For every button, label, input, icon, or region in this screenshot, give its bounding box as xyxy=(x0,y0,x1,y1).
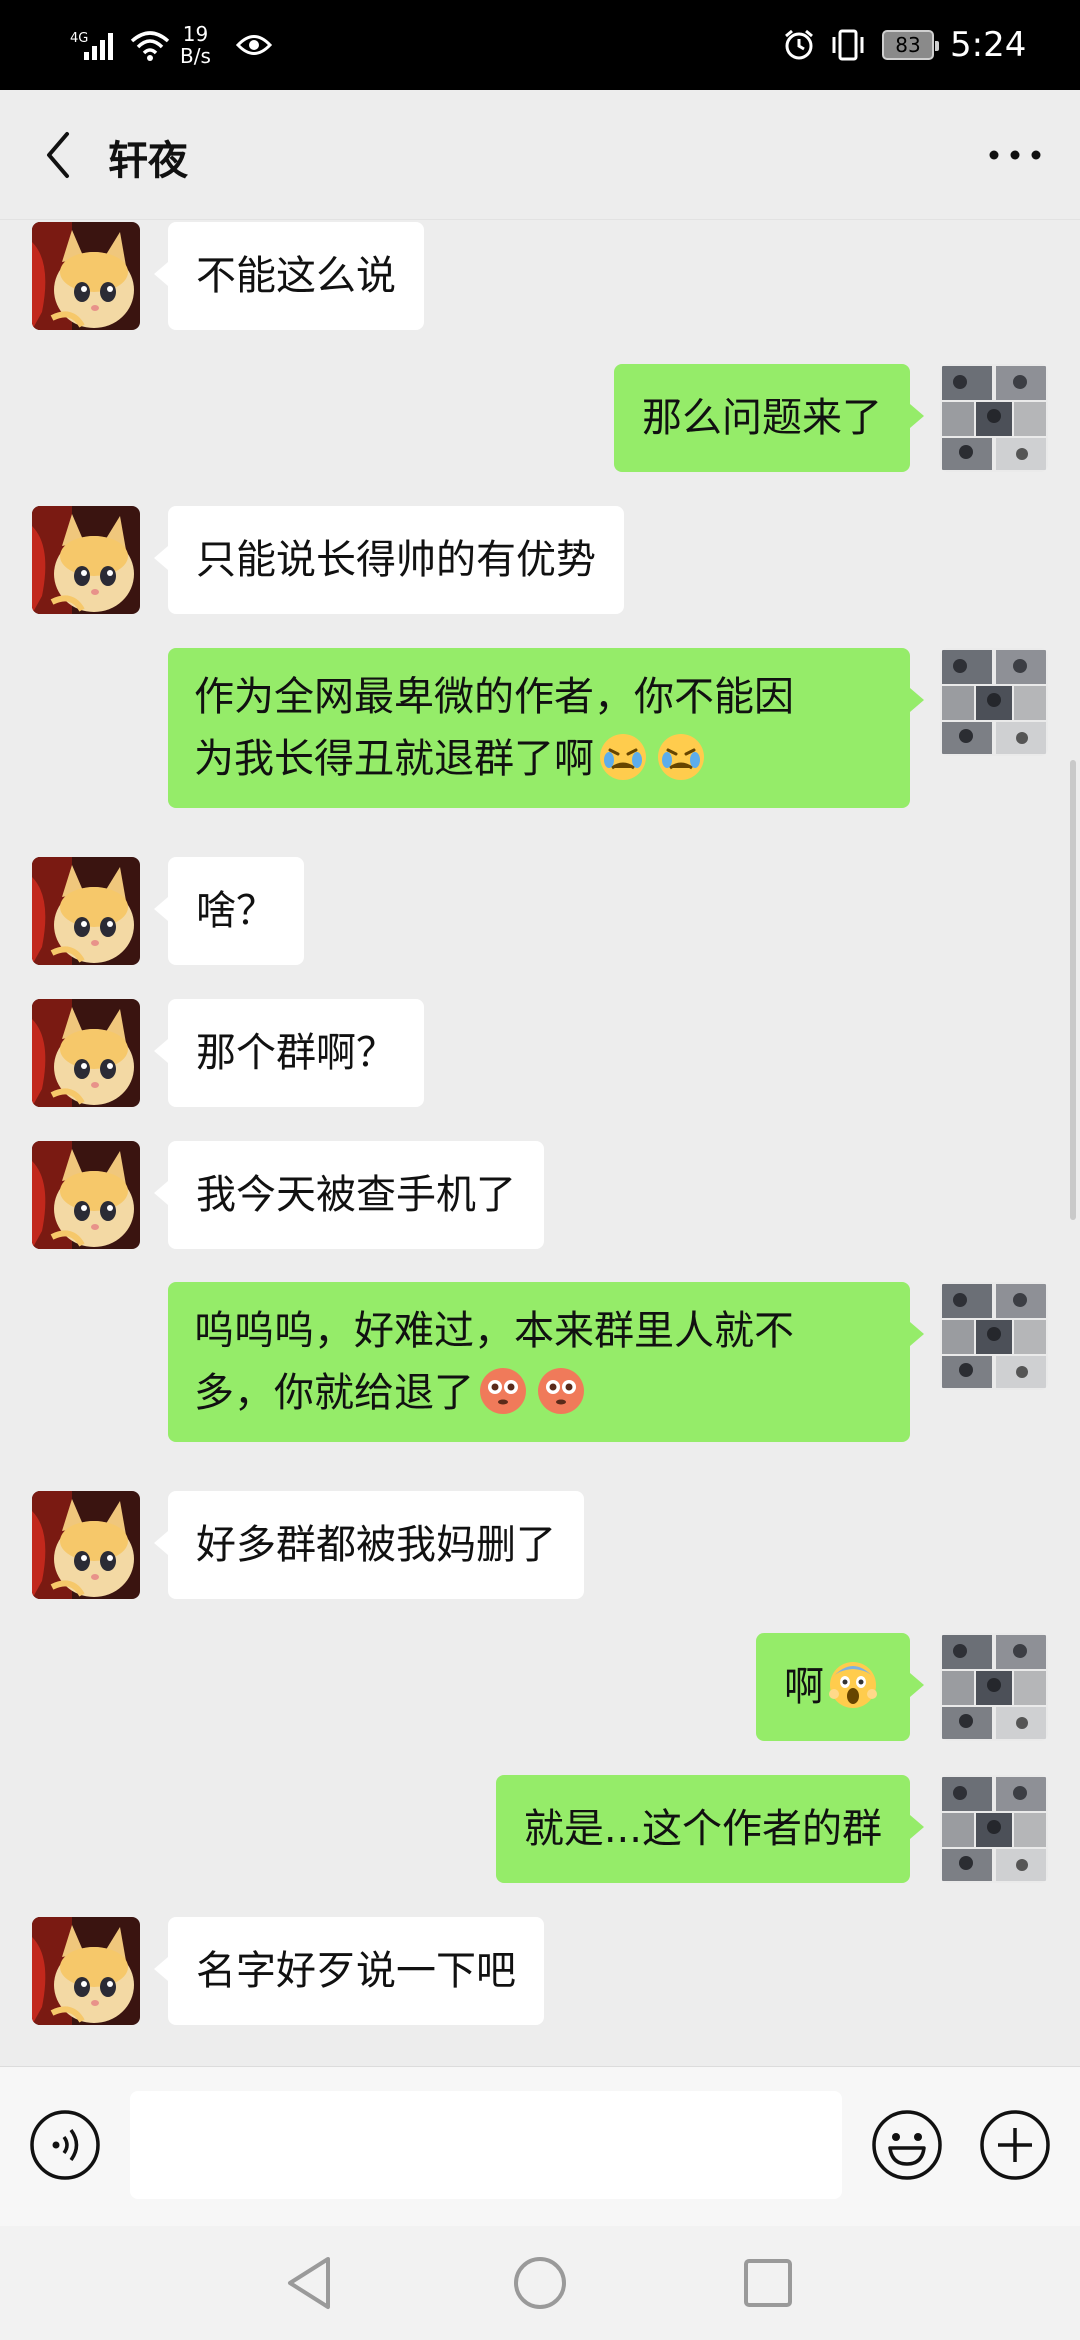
message-text: 为我长得丑就退群了啊 xyxy=(194,736,594,782)
contact-avatar[interactable] xyxy=(32,1917,140,2025)
message-text: 啊 xyxy=(784,1664,824,1710)
received-message-bubble[interactable]: 名字好歹说一下吧 xyxy=(154,1917,544,2025)
received-message-bubble[interactable]: 只能说长得帅的有优势 xyxy=(154,506,624,614)
battery-indicator: 83 xyxy=(882,0,939,90)
back-button[interactable] xyxy=(28,123,88,187)
received-message-bubble[interactable]: 好多群都被我妈删了 xyxy=(154,1491,584,1599)
network-speed-value: 19 xyxy=(182,22,209,46)
sent-message-bubble[interactable]: 作为全网最卑微的作者，你不能因 为我长得丑就退群了啊 xyxy=(168,648,924,808)
message-input-bar xyxy=(0,2066,1080,2226)
network-speed-unit: B/s xyxy=(180,44,211,68)
wifi-icon xyxy=(130,0,170,90)
more-options-button[interactable] xyxy=(980,128,1050,182)
battery-level: 83 xyxy=(882,30,939,60)
my-avatar[interactable] xyxy=(940,1282,1048,1390)
sent-message-bubble[interactable]: 就是...这个作者的群 xyxy=(495,1775,925,1883)
plus-icon xyxy=(980,2110,1050,2180)
chat-scrollbar[interactable] xyxy=(1070,760,1076,1220)
contact-avatar[interactable] xyxy=(32,506,140,614)
nav-back-button[interactable] xyxy=(274,2250,344,2316)
screaming-face-emoji-icon xyxy=(828,1660,878,1710)
chat-title: 轩夜 xyxy=(108,138,188,184)
message-line: 呜呜呜，好难过，本来群里人就不 xyxy=(194,1308,794,1354)
my-avatar[interactable] xyxy=(940,1775,1048,1883)
contact-avatar[interactable] xyxy=(32,857,140,965)
status-bar: 4G 19 B/s 83 5:24 xyxy=(0,0,1080,90)
voice-icon xyxy=(30,2110,100,2180)
emoji-button[interactable] xyxy=(870,2108,944,2182)
back-arrow-icon xyxy=(47,132,69,178)
contact-avatar[interactable] xyxy=(32,1491,140,1599)
message-line: 为我长得丑就退群了啊 xyxy=(194,728,884,790)
clock-time: 5:24 xyxy=(950,25,1027,65)
nav-back-icon xyxy=(288,2257,330,2309)
message-line: 作为全网最卑微的作者，你不能因 xyxy=(194,674,794,720)
received-message-bubble[interactable]: 我今天被查手机了 xyxy=(154,1141,544,1249)
voice-button[interactable] xyxy=(28,2108,102,2182)
nav-home-icon xyxy=(514,2257,566,2309)
my-avatar[interactable] xyxy=(940,648,1048,756)
sent-message-bubble[interactable]: 那么问题来了 xyxy=(614,364,924,472)
flushed-face-emoji-icon xyxy=(536,1366,586,1416)
flushed-face-emoji-icon xyxy=(478,1366,528,1416)
nav-recent-icon xyxy=(744,2259,792,2307)
sent-message-bubble[interactable]: 呜呜呜，好难过，本来群里人就不 多，你就给退了 xyxy=(168,1282,924,1442)
system-navigation-bar xyxy=(0,2226,1080,2340)
contact-avatar[interactable] xyxy=(32,999,140,1107)
eye-icon xyxy=(236,0,272,90)
nav-home-button[interactable] xyxy=(505,2250,575,2316)
cell-signal-icon: 4G xyxy=(70,0,124,90)
message-line: 多，你就给退了 xyxy=(194,1362,884,1424)
crying-face-emoji-icon xyxy=(598,732,648,782)
message-text-input[interactable] xyxy=(130,2091,842,2199)
received-message-bubble[interactable]: 啥？ xyxy=(154,857,304,965)
alarm-icon xyxy=(782,0,816,90)
network-speed: 19 B/s xyxy=(180,0,211,90)
crying-face-emoji-icon xyxy=(656,732,706,782)
contact-avatar[interactable] xyxy=(32,1141,140,1249)
more-functions-button[interactable] xyxy=(978,2108,1052,2182)
received-message-bubble[interactable]: 那个群啊？ xyxy=(154,999,424,1107)
my-avatar[interactable] xyxy=(940,364,1048,472)
nav-recent-button[interactable] xyxy=(733,2250,803,2316)
received-message-bubble[interactable]: 不能这么说 xyxy=(154,222,424,330)
sent-message-bubble[interactable]: 啊 xyxy=(756,1633,924,1741)
more-dots-icon xyxy=(989,150,1041,160)
vibrate-icon xyxy=(828,0,868,90)
chat-header: 轩夜 xyxy=(0,90,1080,220)
network-type-label: 4G xyxy=(70,31,88,46)
my-avatar[interactable] xyxy=(940,1633,1048,1741)
emoji-icon xyxy=(872,2110,942,2180)
message-text: 多，你就给退了 xyxy=(194,1370,474,1416)
contact-avatar[interactable] xyxy=(32,222,140,330)
